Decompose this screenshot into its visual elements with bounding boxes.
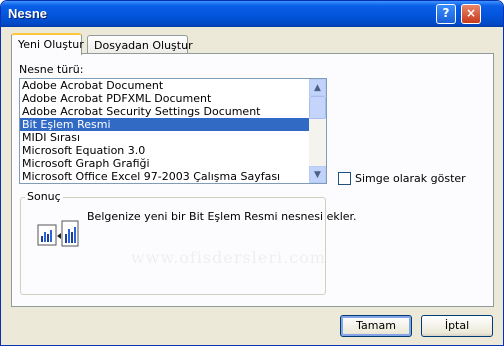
dialog-window: Nesne ? × Yeni Oluştur Dosyadan Oluştur … — [0, 0, 504, 346]
list-item[interactable]: MIDI Sırası — [20, 131, 309, 144]
result-description: Belgenize yeni bir Bit Eşlem Resmi nesne… — [87, 210, 357, 223]
list-item[interactable]: Microsoft Equation 3.0 — [20, 144, 309, 157]
watermark-text: www.ofisdersleri.com — [131, 248, 326, 267]
display-as-icon-checkbox[interactable] — [338, 172, 351, 185]
display-as-icon-label[interactable]: Simge olarak göster — [355, 172, 466, 185]
tab-create-new[interactable]: Yeni Oluştur — [11, 33, 84, 55]
ok-button[interactable]: Tamam — [340, 315, 412, 337]
object-type-list[interactable]: Adobe Acrobat Document Adobe Acrobat PDFX… — [19, 78, 327, 184]
scroll-up-button[interactable]: ▲ — [309, 79, 326, 96]
list-item[interactable]: Bit Eşlem Resmi — [20, 118, 309, 131]
scroll-thumb[interactable] — [309, 96, 326, 119]
list-item[interactable]: Adobe Acrobat Document — [20, 79, 309, 92]
list-item[interactable]: Microsoft Graph Grafiği — [20, 157, 309, 170]
embedded-object-icon — [37, 219, 79, 249]
object-type-label: Nesne türü: — [19, 63, 84, 76]
title-bar[interactable]: Nesne ? × — [1, 1, 503, 27]
close-button[interactable]: × — [461, 4, 481, 24]
close-icon: × — [465, 6, 477, 20]
tab-label: Yeni Oluştur — [18, 38, 84, 51]
arrow-down-icon: ▼ — [314, 170, 321, 180]
tab-create-from-file[interactable]: Dosyadan Oluştur — [87, 35, 193, 54]
tab-label: Dosyadan Oluştur — [94, 39, 193, 52]
list-item[interactable]: Adobe Acrobat Security Settings Document — [20, 105, 309, 118]
list-item[interactable]: Microsoft Office Excel 97-2003 Çalışma S… — [20, 170, 309, 183]
list-item[interactable]: Adobe Acrobat PDFXML Document — [20, 92, 309, 105]
help-button[interactable]: ? — [436, 4, 456, 24]
help-icon: ? — [442, 6, 450, 20]
arrow-up-icon: ▲ — [314, 83, 321, 93]
scroll-down-button[interactable]: ▼ — [309, 166, 326, 183]
cancel-button[interactable]: İptal — [421, 315, 493, 337]
list-scrollbar[interactable]: ▲ ▼ — [309, 79, 326, 183]
window-title: Nesne — [8, 6, 48, 21]
result-title: Sonuç — [25, 190, 63, 203]
list-items: Adobe Acrobat Document Adobe Acrobat PDFX… — [20, 79, 309, 183]
